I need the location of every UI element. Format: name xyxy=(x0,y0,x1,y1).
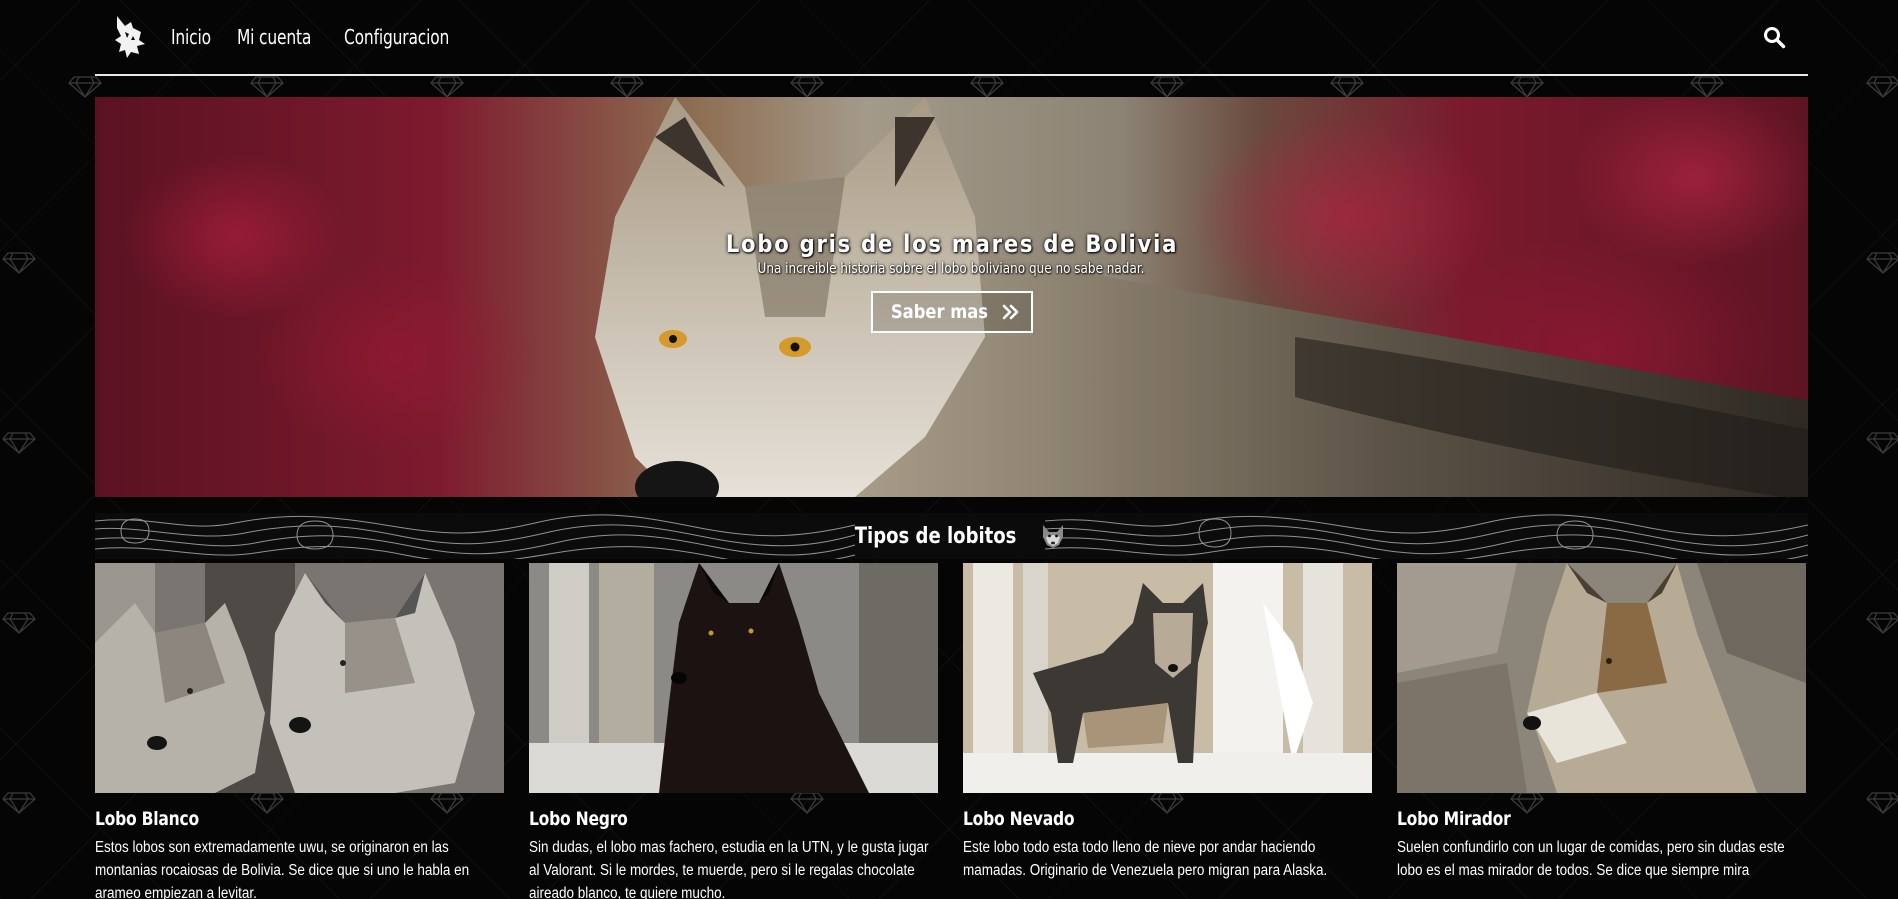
nav-item-mi-cuenta[interactable]: Mi cuenta xyxy=(237,25,311,49)
double-chevron-right-icon xyxy=(1002,304,1019,320)
section-title: Tipos de lobitos xyxy=(854,523,1017,549)
saber-mas-button[interactable]: Saber mas xyxy=(870,291,1033,333)
lobo-negro-image xyxy=(529,563,938,793)
diamond-icon xyxy=(2,252,36,274)
diamond-icon xyxy=(1866,252,1898,274)
card-text: Estos lobos son extremadamente uwu, se o… xyxy=(95,839,470,899)
navbar: Inicio Mi cuenta Configuracion xyxy=(95,0,1808,76)
search-icon[interactable] xyxy=(1762,25,1786,49)
hero-banner: Lobo gris de los mares de Bolivia Una in… xyxy=(95,97,1808,497)
card-image[interactable] xyxy=(1397,563,1806,793)
diamond-icon xyxy=(1866,612,1898,634)
hero-subtitle: Una increible historia sobre el lobo bol… xyxy=(757,261,1145,277)
card-text: Este lobo todo esta todo lleno de nieve … xyxy=(963,839,1328,879)
section-header: Tipos de lobitos xyxy=(95,513,1808,559)
card-text: Suelen confundirlo con un lugar de comid… xyxy=(1397,839,1785,879)
card-title: Lobo Blanco xyxy=(95,808,199,830)
lobo-blanco-image xyxy=(95,563,504,793)
diamond-icon xyxy=(1866,792,1898,814)
card-title: Lobo Mirador xyxy=(1397,808,1511,830)
wolf-icon xyxy=(1043,525,1064,548)
card-image[interactable] xyxy=(963,563,1372,793)
diamond-icon xyxy=(2,792,36,814)
nav-item-inicio[interactable]: Inicio xyxy=(171,25,211,49)
lobo-mirador-image xyxy=(1397,563,1806,793)
diamond-icon xyxy=(2,432,36,454)
hero-title: Lobo gris de los mares de Bolivia xyxy=(725,230,1178,258)
wolf-cards: Lobo Blanco Estos lobos son extremadamen… xyxy=(95,563,1808,899)
card-text: Sin dudas, el lobo mas fachero, estudia … xyxy=(529,839,929,899)
page-container: Inicio Mi cuenta Configuracion Lobo gris… xyxy=(95,0,1808,899)
card-image[interactable] xyxy=(529,563,938,793)
card-lobo-mirador[interactable]: Lobo Mirador Suelen confundirlo con un l… xyxy=(1397,563,1806,899)
card-lobo-blanco[interactable]: Lobo Blanco Estos lobos son extremadamen… xyxy=(95,563,504,899)
card-title: Lobo Negro xyxy=(529,808,628,830)
diamond-icon xyxy=(2,612,36,634)
lobo-nevado-image xyxy=(963,563,1372,793)
diamond-icon xyxy=(1866,432,1898,454)
wolf-logo-icon[interactable] xyxy=(109,13,149,61)
card-lobo-nevado[interactable]: Lobo Nevado Este lobo todo esta todo lle… xyxy=(963,563,1372,899)
card-title: Lobo Nevado xyxy=(963,808,1075,830)
diamond-icon xyxy=(1866,76,1898,98)
hero-caption: Lobo gris de los mares de Bolivia Una in… xyxy=(95,97,1808,497)
nav-item-configuracion[interactable]: Configuracion xyxy=(344,25,449,49)
saber-mas-label: Saber mas xyxy=(890,301,989,323)
card-image[interactable] xyxy=(95,563,504,793)
card-lobo-negro[interactable]: Lobo Negro Sin dudas, el lobo mas facher… xyxy=(529,563,938,899)
